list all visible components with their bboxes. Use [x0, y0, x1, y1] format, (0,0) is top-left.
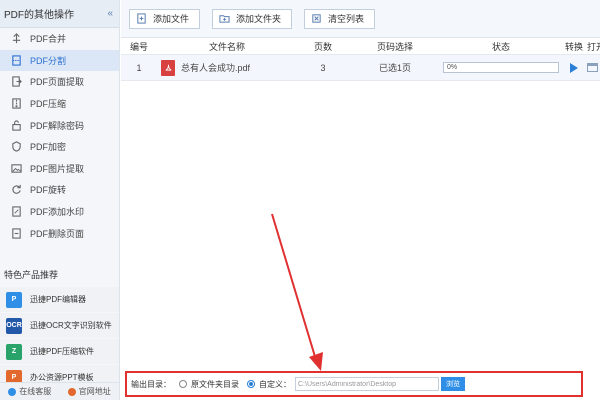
header-range: 页码选择 — [376, 41, 413, 52]
image-icon — [10, 162, 22, 174]
collapse-icon[interactable]: « — [107, 8, 113, 19]
table-row[interactable]: 1 总有人会成功.pdf 3 已选1页 0% — [121, 55, 600, 81]
file-table-header: 编号 文件名称 页数 页码选择 状态 转换 打开 — [121, 38, 600, 55]
lock-icon — [10, 141, 22, 153]
recommend-item-pdf-editor[interactable]: P 迅捷PDF编辑器 — [0, 287, 119, 312]
row-convert-cell — [561, 62, 587, 73]
pdf-editor-logo: P — [6, 291, 22, 308]
sidebar: PDF的其他操作 « PDF合并 PDF分割 PDF页面提取 PDF压缩 PDF… — [0, 0, 120, 400]
row-name-cell: 总有人会成功.pdf — [157, 59, 297, 76]
sidebar-item-label: PDF添加水印 — [30, 207, 85, 218]
ocr-logo: OCR — [6, 317, 22, 334]
sidebar-item-delete-page[interactable]: PDF删除页面 — [0, 222, 119, 244]
row-range[interactable]: 已选1页 — [349, 61, 441, 74]
sidebar-item-unlock[interactable]: PDF解除密码 — [0, 114, 119, 136]
recommend-title: 特色产品推荐 — [4, 270, 59, 280]
row-open-cell — [587, 63, 600, 72]
clear-list-button[interactable]: 清空列表 — [304, 8, 376, 29]
chat-icon — [8, 387, 17, 396]
extract-page-icon — [10, 76, 22, 88]
header-pages: 页数 — [313, 41, 332, 52]
online-service-link[interactable]: 在线客服 — [8, 386, 51, 397]
split-icon — [10, 54, 22, 66]
sidebar-item-merge[interactable]: PDF合并 — [0, 28, 119, 50]
sidebar-item-encrypt[interactable]: PDF加密 — [0, 136, 119, 158]
sidebar-item-label: PDF删除页面 — [30, 228, 85, 239]
sidebar-item-label: PDF分割 — [30, 55, 67, 66]
sidebar-item-label: PDF加密 — [30, 142, 67, 153]
sidebar-item-label: PDF解除密码 — [30, 120, 85, 131]
progress-text: 0% — [447, 64, 458, 71]
sidebar-menu: PDF合并 PDF分割 PDF页面提取 PDF压缩 PDF解除密码 PDF加密 … — [0, 28, 119, 244]
sidebar-item-watermark[interactable]: PDF添加水印 — [0, 201, 119, 223]
sidebar-header: PDF的其他操作 « — [0, 0, 119, 28]
clear-list-icon — [311, 13, 322, 24]
folder-icon[interactable] — [587, 63, 598, 72]
radio-custom-folder[interactable] — [247, 380, 255, 388]
website-label: 官网地址 — [78, 387, 111, 396]
main-panel: 添加文件 添加文件夹 清空列表 编号 文件名称 页数 页码选择 状态 转换 打开… — [121, 0, 600, 400]
add-folder-button[interactable]: 添加文件夹 — [212, 8, 293, 29]
sidebar-item-rotate[interactable]: PDF旋转 — [0, 179, 119, 201]
sidebar-item-label: PDF压缩 — [30, 99, 67, 110]
output-directory-bar: 输出目录： 原文件夹目录 自定义： 浏览 — [125, 371, 583, 397]
output-label: 输出目录： — [131, 379, 171, 389]
unlock-icon — [10, 119, 22, 131]
file-list-empty-area — [121, 81, 600, 366]
home-icon — [67, 387, 76, 396]
recommend-item-label: 迅捷OCR文字识别软件 — [30, 321, 112, 330]
row-pages: 3 — [320, 62, 326, 73]
sidebar-item-label: PDF旋转 — [30, 185, 67, 196]
sidebar-item-label: PDF图片提取 — [30, 163, 85, 174]
recommend-item-ocr[interactable]: OCR 迅捷OCR文字识别软件 — [0, 313, 119, 338]
add-folder-label: 添加文件夹 — [236, 14, 282, 24]
header-convert: 转换 — [564, 41, 583, 52]
radio-source-folder[interactable] — [179, 380, 187, 388]
sidebar-footer: 在线客服 官网地址 — [0, 382, 119, 400]
watermark-icon — [10, 206, 22, 218]
sidebar-title: PDF的其他操作 — [4, 10, 74, 21]
sidebar-item-label: PDF合并 — [30, 34, 67, 45]
header-status: 状态 — [491, 41, 510, 52]
rotate-icon — [10, 184, 22, 196]
sidebar-item-compress[interactable]: PDF压缩 — [0, 93, 119, 115]
delete-page-icon — [10, 227, 22, 239]
compress-icon — [10, 98, 22, 110]
header-num: 编号 — [129, 41, 148, 52]
clear-list-label: 清空列表 — [328, 14, 365, 24]
sidebar-item-split[interactable]: PDF分割 — [0, 49, 119, 72]
recommend-item-pdf-compress[interactable]: Z 迅捷PDF压缩软件 — [0, 339, 119, 364]
output-path-input[interactable] — [295, 377, 439, 391]
header-name: 文件名称 — [208, 41, 245, 52]
online-service-label: 在线客服 — [19, 387, 52, 396]
row-filename: 总有人会成功.pdf — [181, 63, 251, 73]
browse-button[interactable]: 浏览 — [441, 377, 465, 391]
recommend-list: P 迅捷PDF编辑器 OCR 迅捷OCR文字识别软件 Z 迅捷PDF压缩软件 P… — [0, 287, 119, 391]
recommend-item-label: 迅捷PDF编辑器 — [30, 295, 86, 304]
sidebar-item-extract-page[interactable]: PDF页面提取 — [0, 71, 119, 93]
merge-icon — [10, 33, 22, 45]
play-icon[interactable] — [570, 62, 578, 73]
progress-bar: 0% — [443, 62, 559, 73]
header-open: 打开 — [587, 41, 600, 52]
toolbar: 添加文件 添加文件夹 清空列表 — [121, 0, 600, 38]
add-folder-icon — [219, 13, 230, 24]
add-file-label: 添加文件 — [153, 14, 190, 24]
recommend-item-label: 迅捷PDF压缩软件 — [30, 347, 94, 356]
sidebar-item-image-extract[interactable]: PDF图片提取 — [0, 158, 119, 180]
pdf-file-icon — [161, 59, 175, 76]
website-link[interactable]: 官网地址 — [67, 386, 111, 397]
sidebar-item-label: PDF页面提取 — [30, 77, 85, 88]
option-source-label: 原文件夹目录 — [191, 379, 239, 389]
add-file-button[interactable]: 添加文件 — [129, 8, 201, 29]
pdf-compress-logo: Z — [6, 343, 22, 360]
row-status-cell: 0% — [441, 62, 561, 73]
row-num: 1 — [136, 62, 142, 73]
option-custom-label: 自定义： — [259, 379, 291, 389]
add-file-icon — [136, 13, 147, 24]
